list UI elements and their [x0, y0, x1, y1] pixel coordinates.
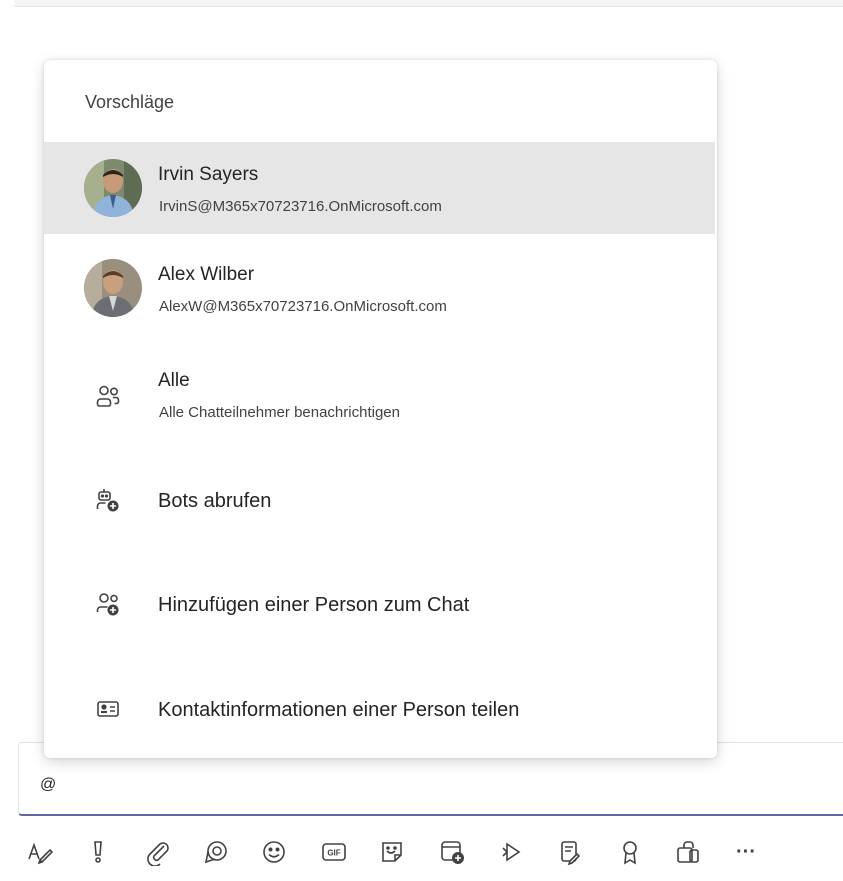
- action-share-contact[interactable]: Kontaktinformationen einer Person teilen: [44, 662, 715, 754]
- action-add-person[interactable]: Hinzufügen einer Person zum Chat: [44, 558, 715, 650]
- avatar: [84, 259, 142, 317]
- mention-suggestions-popup: Vorschläge Irvin Sayers IrvinS@M365x7072…: [44, 60, 717, 758]
- approvals-icon[interactable]: [552, 834, 588, 870]
- everyone-sub: Alle Chatteilnehmer benachrichtigen: [159, 404, 400, 421]
- attach-icon[interactable]: [140, 834, 176, 870]
- format-icon[interactable]: [22, 834, 58, 870]
- gif-icon[interactable]: GIF: [316, 834, 352, 870]
- praise-icon[interactable]: [612, 834, 648, 870]
- emoji-icon[interactable]: [256, 834, 292, 870]
- contact-card-icon: [88, 689, 128, 729]
- action-label: Hinzufügen einer Person zum Chat: [158, 594, 470, 616]
- action-label: Bots abrufen: [158, 490, 272, 512]
- schedule-meeting-icon[interactable]: [434, 834, 470, 870]
- action-label: Kontaktinformationen einer Person teilen: [158, 699, 520, 721]
- person-name: Alex Wilber: [158, 264, 255, 285]
- suggestion-everyone[interactable]: Alle Alle Chatteilnehmer benachrichtigen: [44, 350, 715, 442]
- people-icon: [88, 376, 128, 416]
- person-email: IrvinS@M365x70723716.OnMicrosoft.com: [159, 198, 442, 215]
- action-get-bots[interactable]: Bots abrufen: [44, 454, 715, 546]
- person-name: Irvin Sayers: [158, 164, 259, 185]
- avatar: [84, 159, 142, 217]
- compose-input-text[interactable]: @: [40, 776, 56, 794]
- person-email: AlexW@M365x70723716.OnMicrosoft.com: [159, 298, 447, 315]
- suggestion-irvin-sayers[interactable]: Irvin Sayers IrvinS@M365x70723716.OnMicr…: [44, 142, 715, 234]
- loop-icon[interactable]: [198, 834, 234, 870]
- more-options-icon[interactable]: ···: [728, 834, 764, 870]
- sticker-icon[interactable]: [374, 834, 410, 870]
- svg-text:GIF: GIF: [327, 849, 340, 858]
- compose-toolbar: GIF ···: [22, 830, 822, 876]
- important-icon[interactable]: [80, 834, 116, 870]
- bot-add-icon: [88, 480, 128, 520]
- apps-icon[interactable]: [670, 834, 706, 870]
- popup-title: Vorschläge: [85, 92, 175, 112]
- people-add-icon: [88, 584, 128, 624]
- suggestion-alex-wilber[interactable]: Alex Wilber AlexW@M365x70723716.OnMicros…: [44, 246, 715, 338]
- everyone-label: Alle: [158, 370, 190, 391]
- chat-area-top: [14, 0, 843, 7]
- stream-icon[interactable]: [494, 834, 530, 870]
